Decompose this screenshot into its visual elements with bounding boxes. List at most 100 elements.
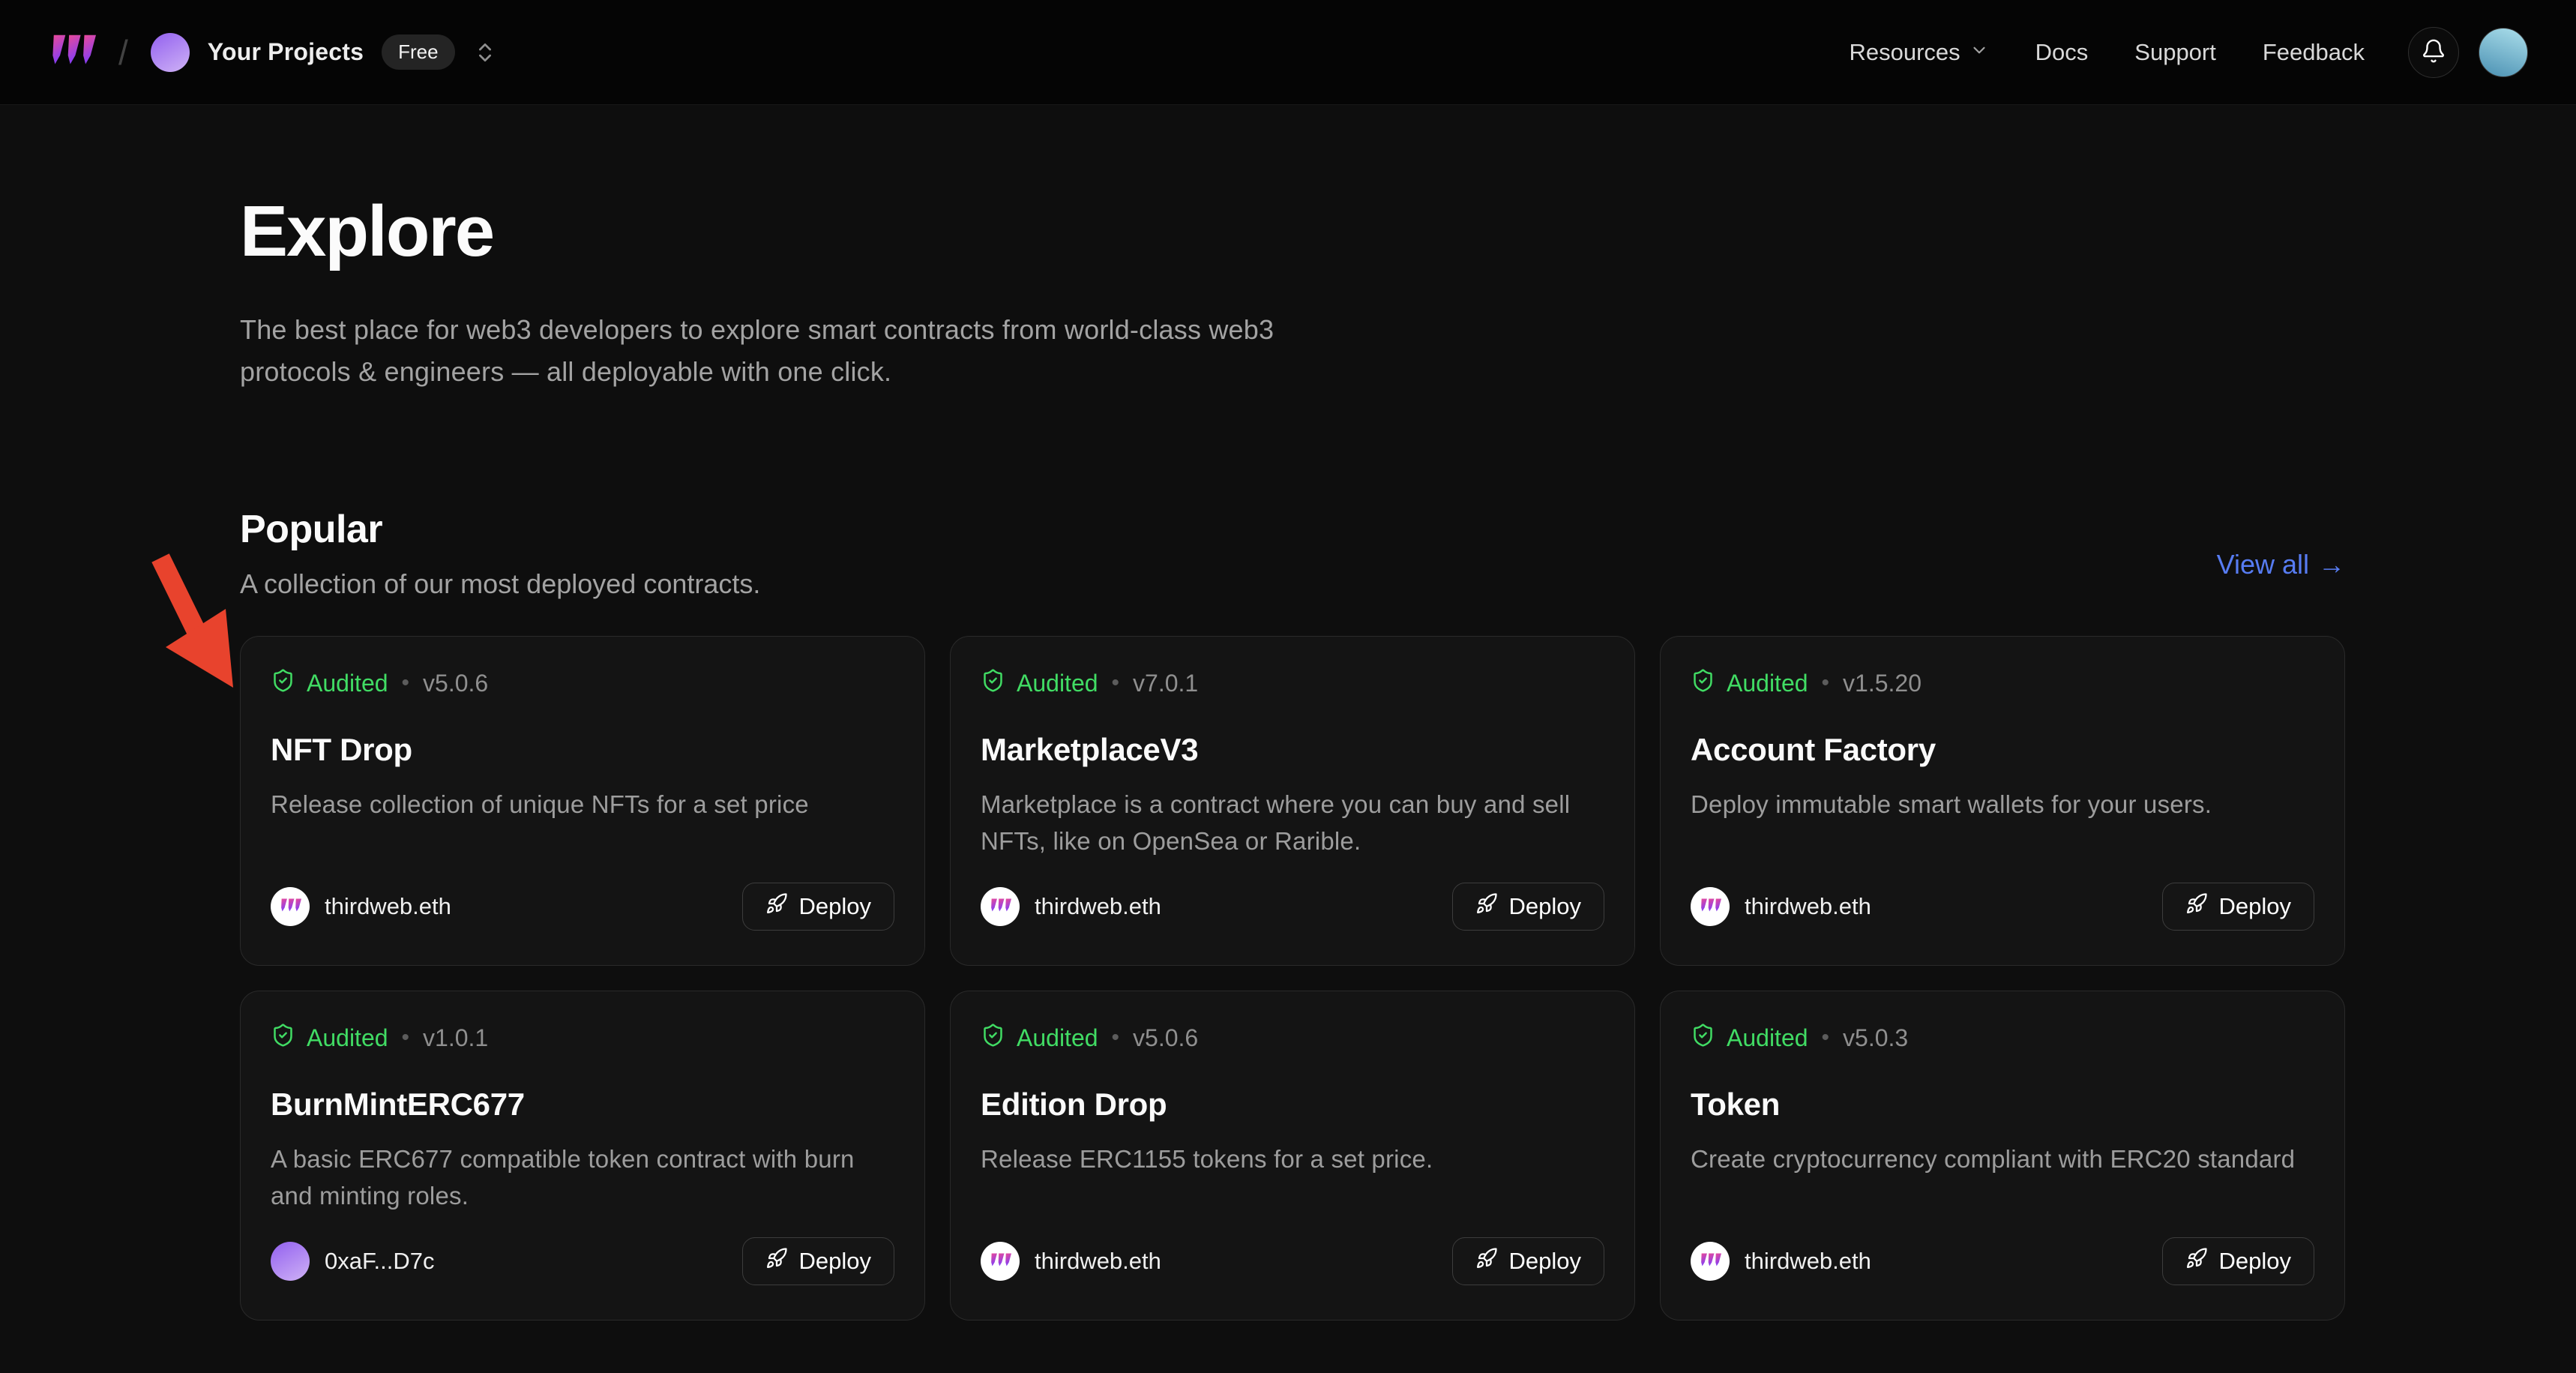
publisher-avatar	[1691, 1242, 1730, 1281]
audited-badge[interactable]: Audited	[271, 668, 388, 699]
rocket-icon	[1475, 892, 1498, 921]
nav-feedback[interactable]: Feedback	[2263, 39, 2365, 66]
audited-label: Audited	[1017, 670, 1098, 697]
dot-separator: •	[1112, 670, 1120, 696]
deploy-button[interactable]: Deploy	[2162, 883, 2315, 931]
dot-separator: •	[1822, 1025, 1830, 1051]
deploy-label: Deploy	[1509, 893, 1582, 920]
page-subtitle: The best place for web3 developers to ex…	[240, 309, 1387, 393]
shield-check-icon	[1691, 668, 1715, 699]
contract-version: v5.0.6	[423, 670, 488, 697]
contract-description: Deploy immutable smart wallets for your …	[1691, 786, 2314, 823]
audited-badge[interactable]: Audited	[1691, 668, 1808, 699]
contract-description: A basic ERC677 compatible token contract…	[271, 1141, 894, 1215]
notifications-button[interactable]	[2408, 27, 2459, 78]
contract-version: v7.0.1	[1133, 670, 1198, 697]
top-navigation-bar: / Your Projects Free Resources Docs Supp…	[0, 0, 2576, 105]
main-nav: Resources Docs Support Feedback	[1849, 39, 2365, 66]
rocket-icon	[765, 1247, 788, 1276]
deploy-label: Deploy	[799, 1248, 872, 1275]
deploy-label: Deploy	[799, 893, 872, 920]
nav-docs[interactable]: Docs	[2035, 39, 2089, 66]
contract-card[interactable]: Audited • v5.0.6 NFT Drop Release collec…	[240, 636, 925, 966]
explore-page: Explore The best place for web3 develope…	[0, 105, 2576, 1373]
contract-card[interactable]: Audited • v5.0.6 Edition Drop Release ER…	[950, 991, 1635, 1321]
popular-grid: Audited • v5.0.6 NFT Drop Release collec…	[240, 636, 2345, 1373]
publisher-name: thirdweb.eth	[325, 893, 451, 920]
contract-description: Release ERC1155 tokens for a set price.	[981, 1141, 1604, 1178]
publisher-name: thirdweb.eth	[1745, 893, 1871, 920]
contract-version: v5.0.6	[1133, 1024, 1198, 1052]
contract-card[interactable]: Audited • v5.0.3 Token Create cryptocurr…	[1660, 991, 2345, 1321]
deploy-label: Deploy	[2219, 893, 2292, 920]
nav-support[interactable]: Support	[2134, 39, 2216, 66]
rocket-icon	[2185, 892, 2208, 921]
deploy-button[interactable]: Deploy	[1452, 883, 1605, 931]
shield-check-icon	[1691, 1023, 1715, 1054]
publisher-avatar	[1691, 887, 1730, 926]
audited-badge[interactable]: Audited	[981, 668, 1098, 699]
rocket-icon	[2185, 1247, 2208, 1276]
deploy-button[interactable]: Deploy	[2162, 1237, 2315, 1285]
contract-description: Create cryptocurrency compliant with ERC…	[1691, 1141, 2314, 1178]
arrow-right-icon: →	[2318, 549, 2345, 580]
publisher[interactable]: thirdweb.eth	[981, 1242, 1161, 1281]
project-switcher[interactable]: Your Projects Free	[151, 33, 497, 72]
publisher-name: 0xaF...D7c	[325, 1248, 434, 1275]
view-all-link[interactable]: View all →	[2217, 549, 2345, 580]
popular-section-title: Popular	[240, 507, 760, 552]
nav-resources[interactable]: Resources	[1849, 39, 1988, 66]
audited-label: Audited	[1727, 670, 1808, 697]
deploy-button[interactable]: Deploy	[742, 883, 895, 931]
breadcrumb-separator: /	[118, 35, 128, 70]
audited-badge[interactable]: Audited	[1691, 1023, 1808, 1054]
project-avatar	[151, 33, 190, 72]
publisher-name: thirdweb.eth	[1745, 1248, 1871, 1275]
publisher-avatar	[981, 887, 1020, 926]
publisher[interactable]: thirdweb.eth	[1691, 887, 1871, 926]
publisher[interactable]: thirdweb.eth	[271, 887, 451, 926]
contract-card[interactable]: Audited • v1.5.20 Account Factory Deploy…	[1660, 636, 2345, 966]
publisher[interactable]: thirdweb.eth	[981, 887, 1161, 926]
audited-label: Audited	[307, 670, 388, 697]
shield-check-icon	[981, 668, 1005, 699]
publisher-name: thirdweb.eth	[1035, 893, 1161, 920]
shield-check-icon	[981, 1023, 1005, 1054]
contract-card[interactable]: Audited • v7.0.1 MarketplaceV3 Marketpla…	[950, 636, 1635, 966]
publisher-avatar	[271, 887, 310, 926]
plan-badge: Free	[382, 34, 454, 70]
publisher-avatar	[271, 1242, 310, 1281]
unfold-icon[interactable]	[473, 40, 497, 64]
contract-card[interactable]: Audited • v1.0.1 BurnMintERC677 A basic …	[240, 991, 925, 1321]
audited-label: Audited	[307, 1024, 388, 1052]
audited-badge[interactable]: Audited	[271, 1023, 388, 1054]
popular-section-header: Popular A collection of our most deploye…	[240, 507, 2345, 600]
popular-section-description: A collection of our most deployed contra…	[240, 568, 760, 600]
contract-title[interactable]: NFT Drop	[271, 732, 894, 768]
user-avatar[interactable]	[2479, 28, 2528, 77]
contract-title[interactable]: Edition Drop	[981, 1087, 1604, 1123]
chevron-down-icon	[1969, 39, 1989, 66]
thirdweb-logo[interactable]	[48, 34, 96, 70]
publisher[interactable]: 0xaF...D7c	[271, 1242, 434, 1281]
rocket-icon	[1475, 1247, 1498, 1276]
contract-title[interactable]: BurnMintERC677	[271, 1087, 894, 1123]
rocket-icon	[765, 892, 788, 921]
contract-title[interactable]: MarketplaceV3	[981, 732, 1604, 768]
shield-check-icon	[271, 668, 295, 699]
dot-separator: •	[402, 670, 410, 696]
contract-version: v1.5.20	[1843, 670, 1922, 697]
contract-title[interactable]: Account Factory	[1691, 732, 2314, 768]
dot-separator: •	[1822, 670, 1830, 696]
deploy-button[interactable]: Deploy	[742, 1237, 895, 1285]
deploy-button[interactable]: Deploy	[1452, 1237, 1605, 1285]
audited-badge[interactable]: Audited	[981, 1023, 1098, 1054]
contract-description: Release collection of unique NFTs for a …	[271, 786, 894, 823]
page-title: Explore	[240, 190, 2345, 273]
publisher[interactable]: thirdweb.eth	[1691, 1242, 1871, 1281]
contract-title[interactable]: Token	[1691, 1087, 2314, 1123]
bell-icon	[2421, 38, 2446, 66]
contract-version: v1.0.1	[423, 1024, 488, 1052]
publisher-name: thirdweb.eth	[1035, 1248, 1161, 1275]
deploy-label: Deploy	[1509, 1248, 1582, 1275]
